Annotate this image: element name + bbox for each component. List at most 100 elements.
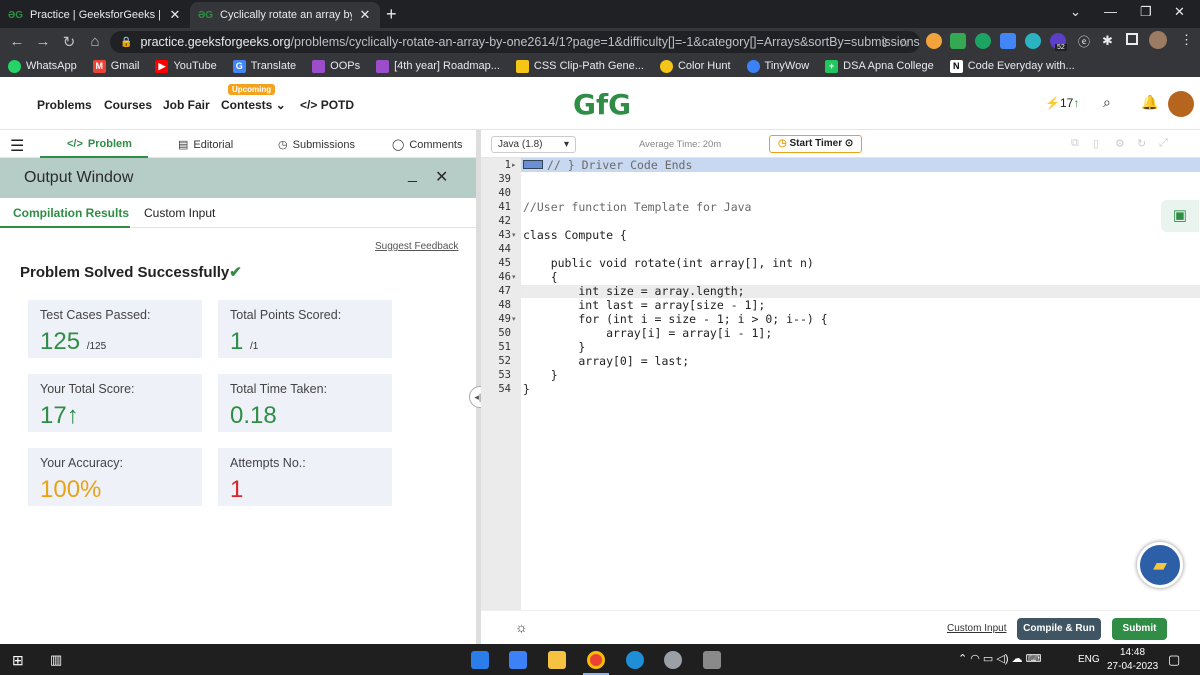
fold-arrow-icon[interactable]: ▾ <box>512 315 516 323</box>
new-tab-button[interactable]: + <box>386 4 397 25</box>
tab-editorial[interactable]: ▤ Editorial <box>178 138 233 152</box>
copy-icon[interactable]: ⧉ <box>1071 137 1079 150</box>
tray-icons[interactable]: ⌃ ◠ ▭ ◁) ☁ ⌨ <box>958 652 1042 665</box>
file-icon[interactable]: ▯ <box>1093 137 1099 150</box>
bell-icon[interactable]: 🔔 <box>1141 94 1158 111</box>
nav-problems[interactable]: Problems <box>37 98 92 112</box>
task-view-icon[interactable]: ▥ <box>50 652 62 668</box>
nav-courses[interactable]: Courses <box>104 98 152 112</box>
streak-counter[interactable]: ⚡17↑ <box>1045 96 1079 110</box>
chat-icon[interactable]: ▣ <box>1161 200 1199 232</box>
bookmark-color-hunt[interactable]: Color Hunt <box>659 59 731 73</box>
output-window: Output Window _ ✕ Compilation Results Cu… <box>0 158 476 644</box>
gfg-logo[interactable]: GfG <box>573 88 631 121</box>
extension-icon[interactable] <box>1025 33 1041 49</box>
bookmark-tinywow[interactable]: TinyWow <box>746 59 809 73</box>
fold-arrow-icon[interactable]: ▾ <box>512 231 516 239</box>
user-avatar[interactable] <box>1168 91 1194 117</box>
extension-icon[interactable] <box>926 33 942 49</box>
share-icon[interactable]: ⇪ <box>880 35 890 50</box>
code-editor[interactable]: 1 ▸ // } Driver Code Ends 39 40 41 //User… <box>481 158 1200 610</box>
fold-marker[interactable] <box>523 160 543 169</box>
language-select[interactable]: Java (1.8) ▾ <box>491 136 576 153</box>
bookmark-whatsapp[interactable]: WhatsApp <box>8 59 77 73</box>
tab-search-icon[interactable]: ⌄ <box>1070 4 1081 20</box>
file-explorer-icon[interactable] <box>548 651 566 669</box>
home-icon[interactable]: ⌂ <box>82 33 108 50</box>
bookmark-code-everyday[interactable]: N Code Everyday with... <box>949 59 1075 73</box>
result-card: Total Points Scored: 1 /1 <box>218 300 392 358</box>
back-icon[interactable]: ← <box>4 33 30 50</box>
nav-contests[interactable]: Contests ⌄ <box>221 98 286 112</box>
extension-icon[interactable]: ⓔ <box>1078 33 1090 50</box>
submit-button[interactable]: Submit <box>1112 618 1167 640</box>
minimize-panel-icon[interactable]: _ <box>408 166 417 184</box>
clock-date[interactable]: 27-04-2023 <box>1107 661 1158 672</box>
profile-avatar[interactable] <box>1149 31 1167 49</box>
settings-icon[interactable] <box>664 651 682 669</box>
browser-tab-practice[interactable]: ƏG Practice | GeeksforGeeks | A com ✕ <box>0 2 190 28</box>
sidepanel-icon[interactable] <box>1126 33 1138 45</box>
fold-arrow-icon[interactable]: ▾ <box>512 273 516 281</box>
tab-problem[interactable]: </> Problem <box>67 138 132 150</box>
language-indicator[interactable]: ENG <box>1078 654 1100 665</box>
nav-potd[interactable]: </> POTD <box>300 98 354 112</box>
bookmark-youtube[interactable]: ▶ YouTube <box>155 59 217 73</box>
search-icon[interactable]: ⌕ <box>1103 94 1111 111</box>
close-window-button[interactable]: ✕ <box>1174 4 1185 20</box>
app-icon[interactable] <box>703 651 721 669</box>
bookmark-oops[interactable]: OOPs <box>312 59 360 73</box>
bookmark-translate[interactable]: G Translate <box>232 59 296 73</box>
grammarly-icon[interactable] <box>975 33 991 49</box>
clock-time[interactable]: 14:48 <box>1120 647 1145 658</box>
card-value: 0.18 <box>230 402 277 429</box>
forward-icon[interactable]: → <box>30 33 56 50</box>
tab-comments[interactable]: ◯ Comments <box>392 138 463 152</box>
url-field[interactable]: 🔒 practice.geeksforgeeks.org /problems/c… <box>110 31 920 53</box>
windows-start-icon[interactable]: ⊞ <box>12 652 24 669</box>
custom-input-link[interactable]: Custom Input <box>947 623 1006 634</box>
menu-kebab-icon[interactable]: ⋮ <box>1180 32 1193 48</box>
chrome-icon[interactable] <box>587 651 605 669</box>
tab-compilation-results[interactable]: Compilation Results <box>13 206 129 220</box>
hamburger-icon[interactable]: ☰ <box>10 136 24 156</box>
bookmark-clip-path[interactable]: CSS Clip-Path Gene... <box>515 59 644 73</box>
bookmark-star-icon[interactable]: ☆ <box>899 35 910 50</box>
briefcase-icon[interactable]: ▰ <box>1137 542 1183 588</box>
edge-icon[interactable] <box>626 651 644 669</box>
close-tab-icon[interactable]: ✕ <box>168 7 182 23</box>
lock-icon: 🔒 <box>120 36 133 48</box>
browser-tab-active[interactable]: ƏG Cyclically rotate an array by one ✕ <box>190 2 380 28</box>
close-tab-icon[interactable]: ✕ <box>358 7 372 23</box>
start-timer-button[interactable]: ◷ Start Timer ⊙ <box>769 135 863 153</box>
tab-submissions[interactable]: ◷ Submissions <box>278 138 355 152</box>
code-line: //User function Template for Java <box>523 200 752 214</box>
puzzle-icon[interactable]: ✱ <box>1102 33 1113 49</box>
fullscreen-icon[interactable]: ⤢ <box>1159 137 1168 150</box>
tab-custom-input[interactable]: Custom Input <box>144 206 215 220</box>
suggest-feedback-link[interactable]: Suggest Feedback <box>375 241 458 252</box>
store-icon[interactable] <box>509 651 527 669</box>
editor-toolbar: Java (1.8) ▾ Average Time: 20m ◷ Start Ti… <box>481 130 1200 158</box>
browser-tab-bar: ƏG Practice | GeeksforGeeks | A com ✕ ƏG… <box>0 0 1200 28</box>
code-line: } <box>523 382 530 396</box>
extension-icon[interactable] <box>1000 33 1016 49</box>
close-icon[interactable]: ✕ <box>435 167 448 187</box>
fold-arrow-icon[interactable]: ▸ <box>512 161 516 169</box>
lightbulb-icon[interactable]: ☼ <box>515 619 528 635</box>
restore-button[interactable]: ❐ <box>1140 4 1152 20</box>
bookmark-roadmap[interactable]: [4th year] Roadmap... <box>376 59 500 73</box>
extension-icon[interactable] <box>950 33 966 49</box>
notification-icon[interactable]: ▢ <box>1168 652 1180 668</box>
compile-run-button[interactable]: Compile & Run <box>1017 618 1101 640</box>
nav-job-fair[interactable]: Job Fair <box>163 98 210 112</box>
reload-icon[interactable]: ↻ <box>56 33 82 51</box>
mail-icon[interactable] <box>471 651 489 669</box>
card-value: 125 /125 <box>40 328 107 355</box>
settings-icon[interactable]: ⚙ <box>1115 137 1125 150</box>
bookmark-dsa[interactable]: + DSA Apna College <box>825 59 934 73</box>
minimize-button[interactable]: — <box>1104 4 1117 19</box>
bookmark-gmail[interactable]: M Gmail <box>92 59 139 73</box>
reset-icon[interactable]: ↻ <box>1137 137 1146 150</box>
result-card: Attempts No.: 1 <box>218 448 392 506</box>
